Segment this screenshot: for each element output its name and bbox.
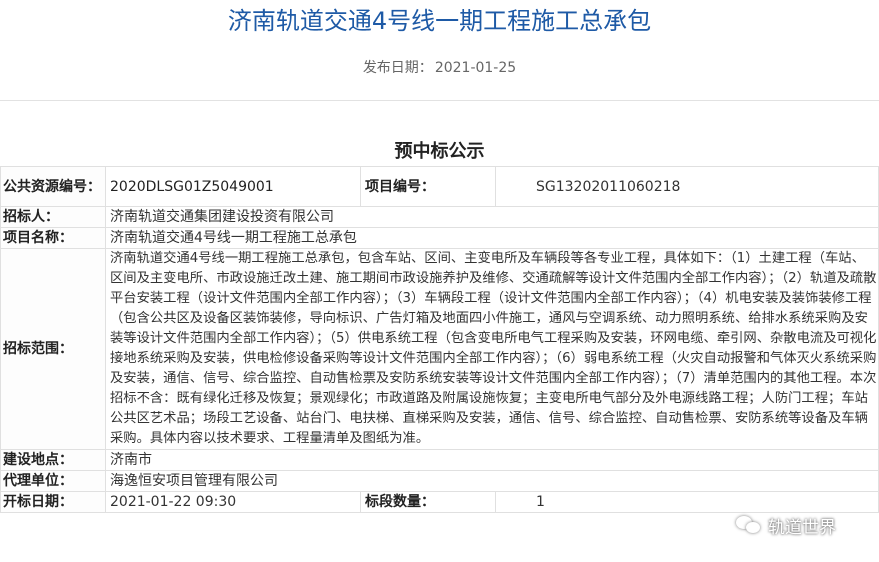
agent-label: 代理单位： [0, 470, 106, 492]
scope-value: 济南轨道交通4号线一期工程施工总承包，包含车站、区间、主变电所及车辆段等各专业工… [105, 248, 879, 450]
agent-value: 海逸恒安项目管理有限公司 [105, 470, 879, 492]
section-title: 预中标公示 [394, 141, 485, 162]
table-row: 建设地点： 济南市 [0, 449, 879, 471]
public-resource-no-value: 2020DLSG01Z5049001 [105, 166, 361, 207]
open-date-label: 开标日期： [0, 491, 106, 513]
public-resource-no-label: 公共资源编号： [0, 166, 106, 207]
publish-date-value: 2021-01-25 [434, 60, 517, 76]
scope-label: 招标范围： [0, 248, 106, 450]
table-row: 代理单位： 海逸恒安项目管理有限公司 [0, 470, 879, 492]
project-no-label: 项目编号： [360, 166, 496, 207]
tenderer-value: 济南轨道交通集团建设投资有限公司 [105, 206, 879, 228]
table-row: 招标范围： 济南轨道交通4号线一期工程施工总承包，包含车站、区间、主变电所及车辆… [0, 248, 879, 450]
lot-count-label: 标段数量： [360, 491, 496, 513]
wechat-icon [736, 514, 762, 536]
table-row: 招标人： 济南轨道交通集团建设投资有限公司 [0, 206, 879, 228]
open-date-value: 2021-01-22 09:30 [105, 491, 361, 513]
bid-info-table: 公共资源编号： 2020DLSG01Z5049001 项目编号： SG13202… [0, 166, 879, 513]
location-value: 济南市 [105, 449, 879, 471]
page-title: 济南轨道交通4号线一期工程施工总承包 [227, 7, 652, 35]
watermark: 轨道世界 [736, 510, 836, 540]
divider [0, 100, 879, 101]
table-row: 项目名称： 济南轨道交通4号线一期工程施工总承包 [0, 227, 879, 249]
watermark-text: 轨道世界 [768, 517, 836, 538]
publish-date: 发布日期： 2021-01-25 [0, 58, 879, 78]
project-name-label: 项目名称： [0, 227, 106, 249]
location-label: 建设地点： [0, 449, 106, 471]
tenderer-label: 招标人： [0, 206, 106, 228]
project-name-value: 济南轨道交通4号线一期工程施工总承包 [105, 227, 879, 249]
publish-date-label: 发布日期： [362, 60, 433, 76]
project-no-value: SG13202011060218 [495, 166, 879, 207]
table-row: 公共资源编号： 2020DLSG01Z5049001 项目编号： SG13202… [0, 166, 879, 207]
